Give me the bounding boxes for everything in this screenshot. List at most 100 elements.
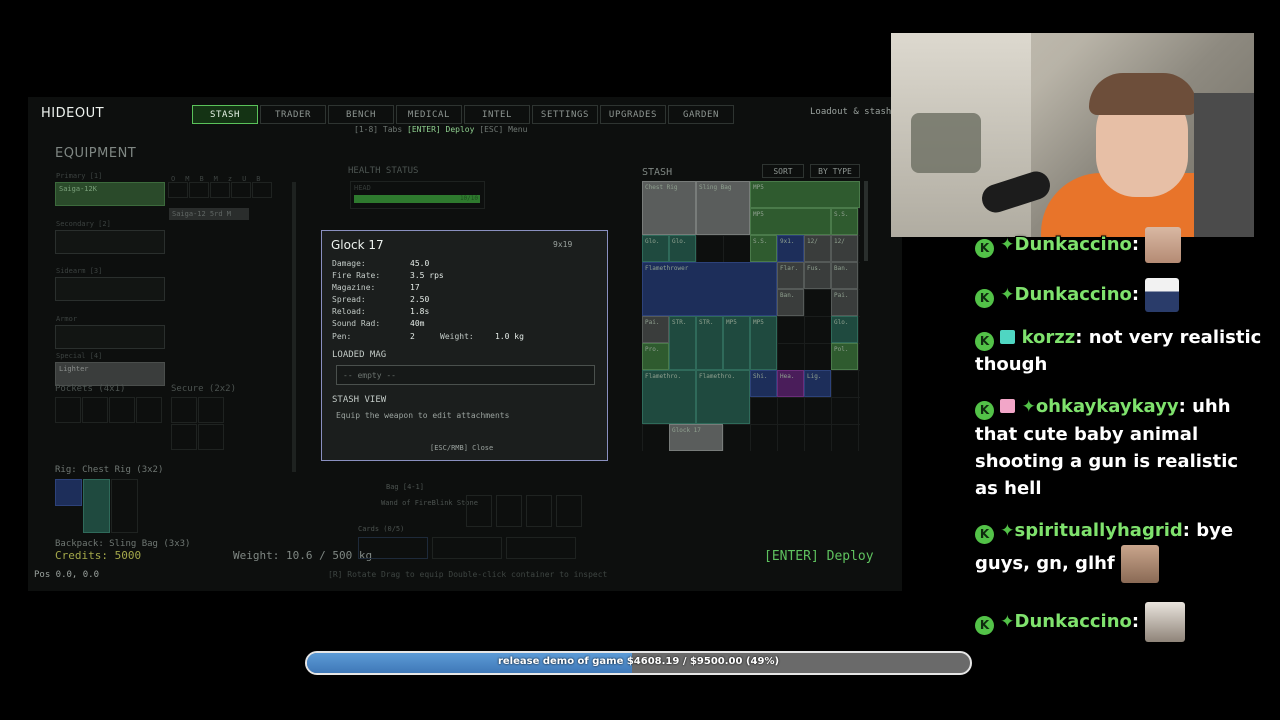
attachment-slot[interactable] [252, 182, 272, 198]
stash-item[interactable]: 9x1. [777, 235, 804, 262]
chat-username[interactable]: ohkaykaykayy [1036, 396, 1179, 417]
pocket-cell[interactable] [82, 397, 108, 423]
pocket-cell[interactable] [55, 397, 81, 423]
stash-item[interactable]: Flar. [777, 262, 804, 289]
by-type-button[interactable]: BY TYPE [810, 164, 860, 178]
pocket-cell[interactable] [136, 397, 162, 423]
bag-cell[interactable] [496, 495, 522, 527]
chat-username[interactable]: spirituallyhagrid [1015, 520, 1183, 541]
stash-item[interactable]: STR. [696, 316, 723, 370]
stash-item[interactable]: STR. [669, 316, 696, 370]
health-status-title: HEALTH STATUS [348, 166, 419, 176]
attachment-slot[interactable] [189, 182, 209, 198]
stash-item[interactable]: Flamethro. [642, 370, 696, 424]
stash-item[interactable]: Pro. [642, 343, 669, 370]
tab-settings[interactable]: SETTINGS [532, 105, 598, 124]
card-slot[interactable] [506, 537, 576, 559]
stash-item[interactable]: Chest Rig [642, 181, 696, 235]
stash-item[interactable]: Glo. [831, 316, 858, 343]
chat-username[interactable]: Dunkaccino [1015, 611, 1132, 632]
stash-item[interactable]: Ban. [831, 262, 858, 289]
pocket-cell[interactable] [109, 397, 135, 423]
deploy-button[interactable]: [ENTER] Deploy [764, 549, 874, 564]
chat-username[interactable]: Dunkaccino [1015, 234, 1132, 255]
dancing-man-emote [1145, 278, 1180, 312]
stash-view-hint: Equip the weapon to edit attachments [336, 411, 510, 420]
stash-item[interactable]: Pol. [831, 343, 858, 370]
rig-cell[interactable] [111, 479, 138, 533]
tab-trader[interactable]: TRADER [260, 105, 326, 124]
tab-garden[interactable]: GARDEN [668, 105, 734, 124]
webcam-feed [891, 33, 1254, 237]
stash-item[interactable]: Flamethrower [642, 262, 777, 316]
secure-cell[interactable] [198, 424, 224, 450]
card-slot[interactable] [432, 537, 502, 559]
loaded-mag-slot[interactable]: -- empty -- [336, 365, 595, 385]
stash-item[interactable]: Ban. [777, 289, 804, 316]
stash-item[interactable]: 12/ [831, 235, 858, 262]
stash-item[interactable]: Hea. [777, 370, 804, 397]
close-hint[interactable]: [ESC/RMB] Close [430, 444, 493, 452]
sidearm-slot[interactable] [55, 277, 165, 301]
equipment-scrollbar[interactable] [292, 182, 296, 472]
tab-bench[interactable]: BENCH [328, 105, 394, 124]
tab-intel[interactable]: INTEL [464, 105, 530, 124]
tab-upgrades[interactable]: UPGRADES [600, 105, 666, 124]
kick-badge-icon: K [975, 401, 994, 420]
tab-stash[interactable]: STASH [192, 105, 258, 124]
chat-username[interactable]: korzz [1022, 327, 1076, 348]
stat-label: Sound Rad: [332, 319, 381, 328]
pockets-grid [55, 397, 162, 423]
armor-slot[interactable] [55, 325, 165, 349]
stash-item[interactable]: MP5 [750, 208, 831, 235]
backpack-label: Backpack: Sling Bag (3x3) [55, 539, 191, 549]
stash-item[interactable]: Pai. [642, 316, 669, 343]
stash-item[interactable]: Glock 17 [669, 424, 723, 451]
secondary-slot[interactable] [55, 230, 165, 254]
stat-value: 1.8s [410, 307, 430, 316]
stat-penetration: Pen: 2 [332, 332, 415, 341]
secure-cell[interactable] [171, 397, 197, 423]
attachment-header-muzzle: Mz [213, 175, 243, 183]
rig-item[interactable] [55, 479, 82, 506]
secure-cell[interactable] [198, 397, 224, 423]
attachment-slot[interactable] [168, 182, 188, 198]
chat-username[interactable]: Dunkaccino [1015, 284, 1132, 305]
stat-value: 17 [410, 283, 420, 292]
stash-item[interactable]: Pai. [831, 289, 858, 316]
hint-tabs: [1-8] Tabs [354, 125, 403, 134]
stash-item[interactable]: 12/ [804, 235, 831, 262]
stash-item[interactable]: Lig. [804, 370, 831, 397]
attachment-slot[interactable] [231, 182, 251, 198]
attachment-mag-item[interactable]: Saiga-12 5rd M [169, 208, 249, 220]
stash-item[interactable]: Sling Bag [696, 181, 750, 235]
primary-slot[interactable]: Saiga-12K [55, 182, 165, 206]
sort-button[interactable]: SORT [762, 164, 804, 178]
bag-cell[interactable] [466, 495, 492, 527]
bag-cell[interactable] [526, 495, 552, 527]
stash-item[interactable]: Flamethro. [696, 370, 750, 424]
stat-label: Damage: [332, 259, 366, 268]
tab-medical[interactable]: MEDICAL [396, 105, 462, 124]
stash-item[interactable]: Glo. [642, 235, 669, 262]
stat-reload: Reload: 1.8s [332, 307, 429, 316]
stat-damage: Damage: 45.0 [332, 259, 429, 268]
stash-item[interactable]: Shi. [750, 370, 777, 397]
stat-fire-rate: Fire Rate: 3.5 rps [332, 271, 444, 280]
stash-item[interactable]: MP5 [723, 316, 750, 370]
secure-cell[interactable] [171, 424, 197, 450]
stash-item[interactable]: Fus. [804, 262, 831, 289]
stash-item[interactable]: Glo. [669, 235, 696, 262]
stash-item[interactable]: MP5 [750, 316, 777, 370]
footer-hints: [R] Rotate Drag to equip Double-click co… [328, 570, 608, 579]
stash-scrollbar[interactable] [864, 181, 868, 261]
bag-cell[interactable] [556, 495, 582, 527]
stash-grid[interactable]: Chest Rig Sling Bag MP5 MP5 S.S. Glo. Gl… [642, 181, 860, 451]
stash-item[interactable]: S.S. [831, 208, 858, 235]
card-slot[interactable] [358, 537, 428, 559]
stash-item[interactable]: S.S. [750, 235, 777, 262]
rig-item[interactable] [83, 479, 110, 533]
stash-item[interactable]: MP5 [750, 181, 860, 208]
special-slot[interactable]: Lighter [55, 362, 165, 386]
attachment-slot[interactable] [210, 182, 230, 198]
